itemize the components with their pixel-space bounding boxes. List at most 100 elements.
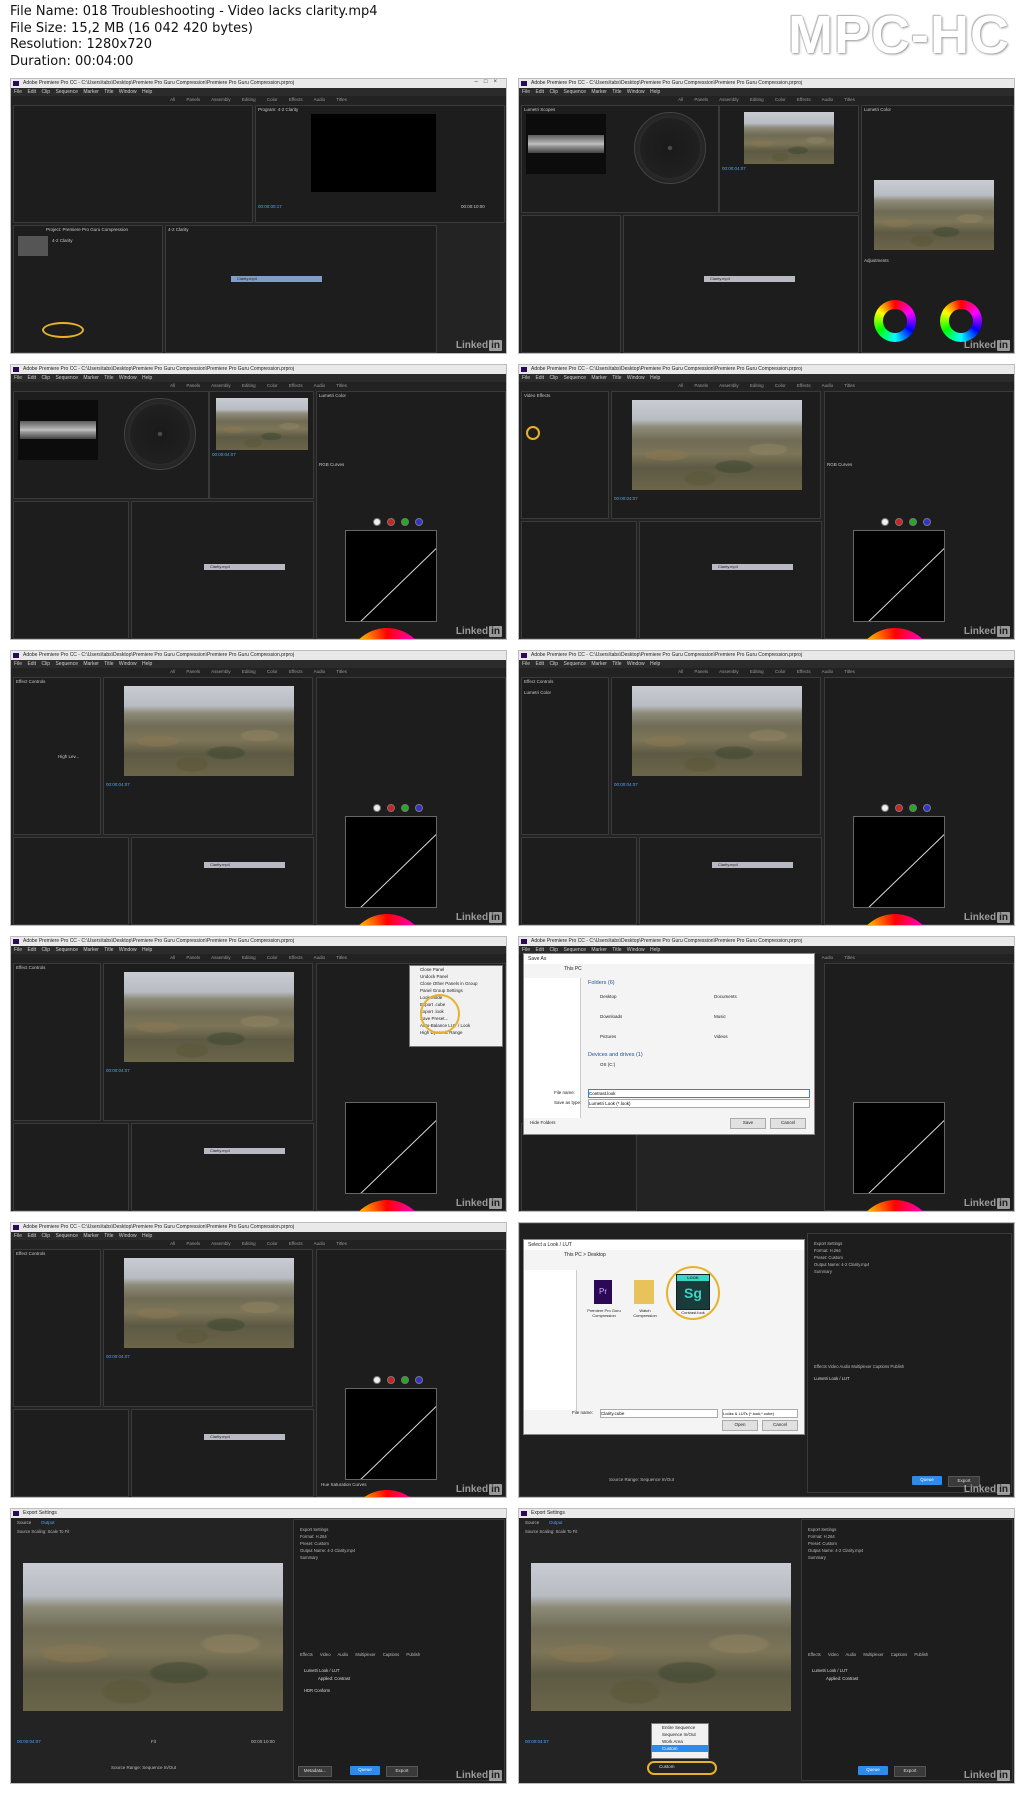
queue-button[interactable]: Queue <box>912 1476 942 1485</box>
premiere-project-icon[interactable]: Pr <box>594 1280 612 1304</box>
file-name-input[interactable]: Contrast.look <box>588 1089 810 1098</box>
menu-bar[interactable]: File Edit Clip Sequence Marker Title Win… <box>11 1232 506 1240</box>
look-preview[interactable] <box>874 180 994 250</box>
hue-saturation-wheel[interactable] <box>347 628 427 639</box>
workspace-bar[interactable]: All Panels Assembly Editing Color Effect… <box>11 668 506 675</box>
curve-channel-dots[interactable] <box>373 804 423 812</box>
format-select[interactable]: Format: H.264 <box>814 1247 869 1254</box>
look-file-icon[interactable]: LOOK Sg <box>676 1274 710 1310</box>
rgb-curve-graph[interactable] <box>345 1102 437 1194</box>
hue-saturation-wheel[interactable] <box>347 1490 427 1497</box>
timeline-clip[interactable]: Clarity.mp4 <box>204 564 285 570</box>
range-custom[interactable]: Custom <box>652 1745 708 1752</box>
hide-folders-toggle[interactable]: Hide Folders <box>530 1120 556 1125</box>
file-name-input[interactable]: Clarity.cube <box>600 1409 718 1418</box>
window-controls[interactable]: –□× <box>475 79 503 85</box>
export-tabs[interactable]: Effects Video Audio Multiplexer Captions… <box>808 1652 928 1657</box>
navigation-pane[interactable] <box>524 978 581 1118</box>
curve-channel-dots[interactable] <box>881 804 931 812</box>
address-bar[interactable]: This PC > Desktop <box>564 1252 606 1258</box>
open-button[interactable]: Open <box>722 1420 758 1431</box>
workspace-bar[interactable]: All Panels Assembly Editing Color Effect… <box>519 668 1014 675</box>
source-range-menu[interactable]: Entire Sequence Sequence In/Out Work Are… <box>651 1723 709 1759</box>
preset-select[interactable]: Preset: Custom <box>808 1540 863 1547</box>
preset-select[interactable]: Preset: Custom <box>300 1540 355 1547</box>
menu-item-look-mode[interactable]: Look Mode <box>410 994 502 1001</box>
folder-music[interactable]: Music <box>714 1014 726 1019</box>
menu-item-group-settings[interactable]: Panel Group Settings <box>410 987 502 994</box>
hue-saturation-wheel[interactable] <box>347 1200 427 1211</box>
file-watch-folder[interactable]: Watch Compression <box>628 1308 662 1318</box>
format-select[interactable]: Format: H.264 <box>808 1533 863 1540</box>
file-premiere-project[interactable]: Premiere Pro Guru Compression <box>586 1308 622 1318</box>
fit-select[interactable]: Fit <box>151 1739 156 1744</box>
format-select[interactable]: Format: H.264 <box>300 1533 355 1540</box>
menu-item-hdr[interactable]: High Dynamic Range <box>410 1029 502 1036</box>
address-bar[interactable]: This PC <box>564 966 582 972</box>
workspace-bar[interactable]: All Panels Assembly Editing Color Effect… <box>11 382 506 389</box>
tab-source[interactable]: Source <box>17 1520 31 1525</box>
hue-saturation-wheel[interactable] <box>855 628 935 639</box>
export-tabs[interactable]: Effects Video Audio Multiplexer Captions… <box>814 1364 904 1369</box>
highlight-tint-wheel[interactable] <box>940 300 982 342</box>
hue-saturation-wheel[interactable] <box>855 1200 935 1211</box>
menu-item-undock-panel[interactable]: Undock Panel <box>410 973 502 980</box>
shadow-tint-wheel[interactable] <box>874 300 916 342</box>
rgb-curve-graph[interactable] <box>345 816 437 908</box>
save-button[interactable]: Save <box>730 1118 766 1129</box>
source-range-select[interactable]: Custom <box>659 1764 675 1769</box>
save-type-select[interactable]: Lumetri Look (*.look) <box>588 1099 810 1108</box>
rgb-curve-graph[interactable] <box>853 530 945 622</box>
timeline-clip[interactable]: Clarity.mp4 <box>712 564 793 570</box>
rgb-curve-graph[interactable] <box>345 1388 437 1480</box>
menu-bar[interactable]: File Edit Clip Sequence Marker Title Win… <box>11 374 506 382</box>
menu-bar[interactable]: File Edit Clip Sequence Marker Title Win… <box>519 660 1014 668</box>
folder-videos[interactable]: Videos <box>714 1034 728 1039</box>
curve-channel-dots[interactable] <box>881 518 931 526</box>
timeline-clip[interactable]: Clarity.mp4 <box>712 862 793 868</box>
menu-bar[interactable]: File Edit Clip Sequence Marker Title Win… <box>11 946 506 954</box>
output-name[interactable]: Output Name: 4-2 Clarity.mp4 <box>300 1547 355 1554</box>
hue-saturation-wheel[interactable] <box>347 914 427 925</box>
tab-source[interactable]: Source <box>525 1520 539 1525</box>
menu-item-close-panel[interactable]: Close Panel <box>410 966 502 973</box>
folder-desktop[interactable]: Desktop <box>600 994 617 999</box>
applied-look[interactable]: Applied: Contrast <box>826 1676 858 1681</box>
menu-bar[interactable]: File Edit Clip Sequence Marker Title Win… <box>519 88 1014 96</box>
metadata-button[interactable]: Metadata... <box>298 1766 332 1777</box>
output-name[interactable]: Output Name: 4-2 Clarity.mp4 <box>814 1261 869 1268</box>
folder-documents[interactable]: Documents <box>714 994 737 999</box>
folder-pictures[interactable]: Pictures <box>600 1034 616 1039</box>
tab-output[interactable]: Output <box>549 1520 563 1525</box>
export-tabs[interactable]: Effects Video Audio Multiplexer Captions… <box>300 1652 420 1657</box>
menu-bar[interactable]: File Edit Clip Sequence Marker Title Win… <box>519 374 1014 382</box>
timeline-clip[interactable]: Clarity.mp4 <box>704 276 795 282</box>
folder-downloads[interactable]: Downloads <box>600 1014 622 1019</box>
timeline-clip[interactable]: Clarity.mp4 <box>231 276 322 282</box>
applied-look[interactable]: Applied: Contrast <box>318 1676 350 1681</box>
file-contrast-look[interactable]: Contrast.look <box>670 1310 716 1315</box>
workspace-bar[interactable]: All Panels Assembly Editing Color Effect… <box>11 954 506 961</box>
folder-icon[interactable] <box>634 1280 654 1304</box>
cancel-button[interactable]: Cancel <box>762 1420 798 1431</box>
timeline-clip[interactable]: Clarity.mp4 <box>204 1434 285 1440</box>
curve-channel-dots[interactable] <box>373 1376 423 1384</box>
tab-output[interactable]: Output <box>41 1520 55 1525</box>
queue-button[interactable]: Queue <box>858 1766 888 1775</box>
source-scaling[interactable]: Source Scaling: Scale To Fit <box>17 1529 69 1534</box>
rgb-curve-graph[interactable] <box>853 1102 945 1194</box>
workspace-bar[interactable]: All Panels Assembly Editing Color Effect… <box>519 96 1014 103</box>
drive-c[interactable]: OS (C:) <box>600 1062 615 1067</box>
curve-channel-dots[interactable] <box>373 518 423 526</box>
range-sequence-in-out[interactable]: Sequence In/Out <box>652 1731 708 1738</box>
range-work-area[interactable]: Work Area <box>652 1738 708 1745</box>
timeline-clip[interactable]: Clarity.mp4 <box>204 862 285 868</box>
queue-button[interactable]: Queue <box>350 1766 380 1775</box>
menu-bar[interactable]: File Edit Clip Sequence Marker Title Win… <box>11 88 506 96</box>
range-entire-sequence[interactable]: Entire Sequence <box>652 1724 708 1731</box>
clip-thumbnail[interactable] <box>18 236 48 256</box>
navigation-pane[interactable] <box>524 1270 577 1410</box>
panel-context-menu[interactable]: Close Panel Undock Panel Close Other Pan… <box>409 965 503 1047</box>
source-scaling[interactable]: Source Scaling: Scale To Fit <box>525 1529 577 1534</box>
workspace-bar[interactable]: All Panels Assembly Editing Color Effect… <box>11 96 506 103</box>
